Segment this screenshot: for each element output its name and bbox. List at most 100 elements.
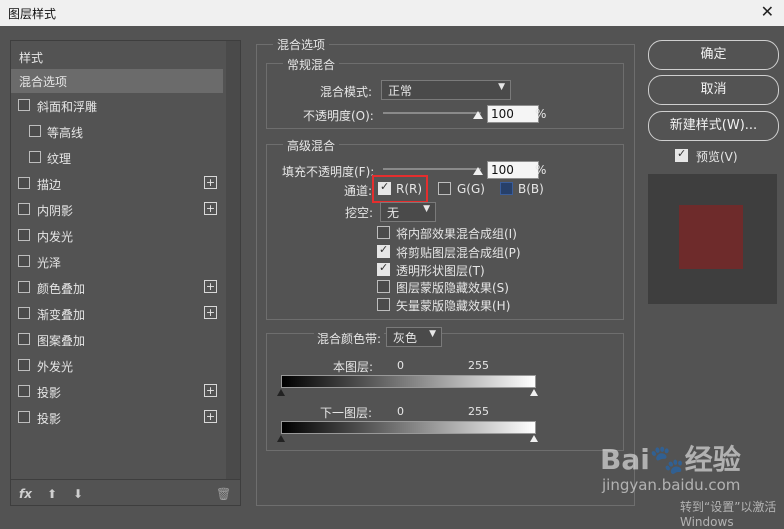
blend-if-label: 混合颜色带:: [314, 330, 385, 347]
fill-opacity-label: 填充不透明度(F):: [282, 165, 375, 179]
preview-checkbox[interactable]: [675, 147, 688, 162]
chevron-down-icon: ▼: [429, 329, 436, 339]
watermark-subtext: 转到“设置”以激活 Windows: [680, 500, 777, 529]
style-list-divider: [11, 479, 240, 480]
new-style-button[interactable]: 新建样式(W)...: [648, 111, 779, 141]
chevron-down-icon: ▼: [498, 82, 505, 92]
blend-if-select[interactable]: 灰色 ▼: [386, 327, 442, 347]
blend-mode-select[interactable]: 正常 ▼: [381, 80, 511, 100]
underlying-layer-gradient-bar: [281, 421, 536, 434]
channel-label: 通道:: [344, 184, 373, 198]
this-layer-gradient-bar: [281, 375, 536, 388]
add-stroke-icon[interactable]: +: [204, 176, 217, 189]
gradient-overlay-checkbox[interactable]: [18, 307, 30, 319]
opacity-slider[interactable]: [383, 112, 481, 114]
style-item-blending-options[interactable]: 混合选项: [11, 69, 223, 93]
style-item-drop-shadow-2[interactable]: 投影 +: [11, 406, 223, 430]
style-item-drop-shadow-1[interactable]: 投影 +: [11, 380, 223, 404]
channel-r-label: R(R): [396, 182, 423, 196]
channel-r-checkbox[interactable]: [378, 180, 391, 195]
style-item-outer-glow[interactable]: 外发光: [11, 354, 223, 378]
knockout-label: 挖空:: [345, 206, 374, 220]
add-inner-shadow-icon[interactable]: +: [204, 202, 217, 215]
underlying-layer-white-handle[interactable]: [530, 435, 538, 442]
style-item-texture[interactable]: 纹理: [11, 146, 223, 170]
style-item-bevel-emboss[interactable]: 斜面和浮雕: [11, 94, 223, 118]
style-item-contour[interactable]: 等高线: [11, 120, 223, 144]
transparency-shapes-checkbox[interactable]: [377, 261, 390, 276]
channel-g-checkbox[interactable]: [438, 182, 451, 195]
add-drop-shadow-2-icon[interactable]: +: [204, 410, 217, 423]
fill-opacity-unit: %: [535, 163, 547, 177]
blend-interior-effects-label: 将内部效果混合成组(I): [396, 227, 517, 241]
vector-mask-hides-checkbox[interactable]: [377, 298, 390, 311]
window-title: 图层样式: [8, 7, 57, 21]
ok-button[interactable]: 确定: [648, 40, 779, 70]
this-layer-max: 255: [468, 359, 489, 372]
style-item-inner-glow[interactable]: 内发光: [11, 224, 223, 248]
blend-mode-label: 混合模式:: [320, 85, 373, 99]
trash-icon[interactable]: 🗑: [216, 487, 231, 501]
channel-g-label: G(G): [457, 182, 485, 196]
style-item-inner-shadow[interactable]: 内阴影 +: [11, 198, 223, 222]
stroke-checkbox[interactable]: [18, 177, 30, 189]
underlying-layer-min: 0: [397, 405, 404, 418]
inner-shadow-checkbox[interactable]: [18, 203, 30, 215]
baidu-jingyan-logo: Bai🐾经验: [600, 443, 741, 476]
layer-mask-hides-checkbox[interactable]: [377, 280, 390, 293]
style-item-color-overlay[interactable]: 颜色叠加 +: [11, 276, 223, 300]
opacity-input[interactable]: 100: [487, 105, 539, 123]
satin-checkbox[interactable]: [18, 255, 30, 267]
underlying-layer-black-handle[interactable]: [277, 435, 285, 442]
channel-b-label: B(B): [518, 182, 544, 196]
color-overlay-checkbox[interactable]: [18, 281, 30, 293]
pattern-overlay-checkbox[interactable]: [18, 333, 30, 345]
outer-glow-checkbox[interactable]: [18, 359, 30, 371]
move-up-icon[interactable]: ⬆: [47, 487, 57, 501]
blend-clipped-layers-checkbox[interactable]: [377, 243, 390, 258]
preview-area: [648, 174, 777, 304]
layer-mask-hides-label: 图层蒙版隐藏效果(S): [396, 281, 509, 295]
style-item-gradient-overlay[interactable]: 渐变叠加 +: [11, 302, 223, 326]
style-list-header: 样式: [19, 51, 44, 65]
move-down-icon[interactable]: ⬇: [73, 487, 83, 501]
transparency-shapes-label: 透明形状图层(T): [396, 264, 485, 278]
title-bar: 图层样式 ✕: [0, 0, 784, 26]
inner-glow-checkbox[interactable]: [18, 229, 30, 241]
opacity-slider-handle[interactable]: [473, 111, 483, 119]
cancel-button[interactable]: 取消: [648, 75, 779, 105]
style-list: 样式 混合选项 斜面和浮雕 等高线 纹理 描边 + 内阴影 + 内发光 光泽 颜…: [10, 40, 241, 506]
opacity-unit: %: [535, 107, 547, 121]
this-layer-min: 0: [397, 359, 404, 372]
fill-opacity-slider-handle[interactable]: [473, 167, 483, 175]
chevron-down-icon: ▼: [423, 204, 430, 214]
fill-opacity-input[interactable]: 100: [487, 161, 539, 179]
watermark-url: jingyan.baidu.com: [602, 476, 741, 494]
this-layer-label: 本图层:: [333, 360, 374, 374]
blend-interior-effects-checkbox[interactable]: [377, 226, 390, 239]
fill-opacity-slider[interactable]: [383, 168, 481, 170]
preview-label: 预览(V): [696, 150, 738, 164]
knockout-select[interactable]: 无 ▼: [380, 202, 436, 222]
underlying-layer-max: 255: [468, 405, 489, 418]
this-layer-black-handle[interactable]: [277, 389, 285, 396]
texture-checkbox[interactable]: [29, 151, 41, 163]
watermark: Bai🐾经验 jingyan.baidu.com 转到“设置”以激活 Windo…: [600, 436, 784, 529]
style-item-stroke[interactable]: 描边 +: [11, 172, 223, 196]
fx-icon[interactable]: fx: [19, 487, 32, 501]
channel-b-checkbox[interactable]: [500, 182, 513, 195]
contour-checkbox[interactable]: [29, 125, 41, 137]
style-item-pattern-overlay[interactable]: 图案叠加: [11, 328, 223, 352]
add-color-overlay-icon[interactable]: +: [204, 280, 217, 293]
style-item-satin[interactable]: 光泽: [11, 250, 223, 274]
drop-shadow-1-checkbox[interactable]: [18, 385, 30, 397]
underlying-layer-label: 下一图层:: [320, 406, 373, 420]
blend-clipped-layers-label: 将剪贴图层混合成组(P): [396, 246, 521, 260]
style-list-scrollbar[interactable]: [226, 41, 240, 479]
close-icon[interactable]: ✕: [761, 2, 774, 21]
drop-shadow-2-checkbox[interactable]: [18, 411, 30, 423]
add-drop-shadow-icon[interactable]: +: [204, 384, 217, 397]
this-layer-white-handle[interactable]: [530, 389, 538, 396]
add-gradient-overlay-icon[interactable]: +: [204, 306, 217, 319]
bevel-emboss-checkbox[interactable]: [18, 99, 30, 111]
